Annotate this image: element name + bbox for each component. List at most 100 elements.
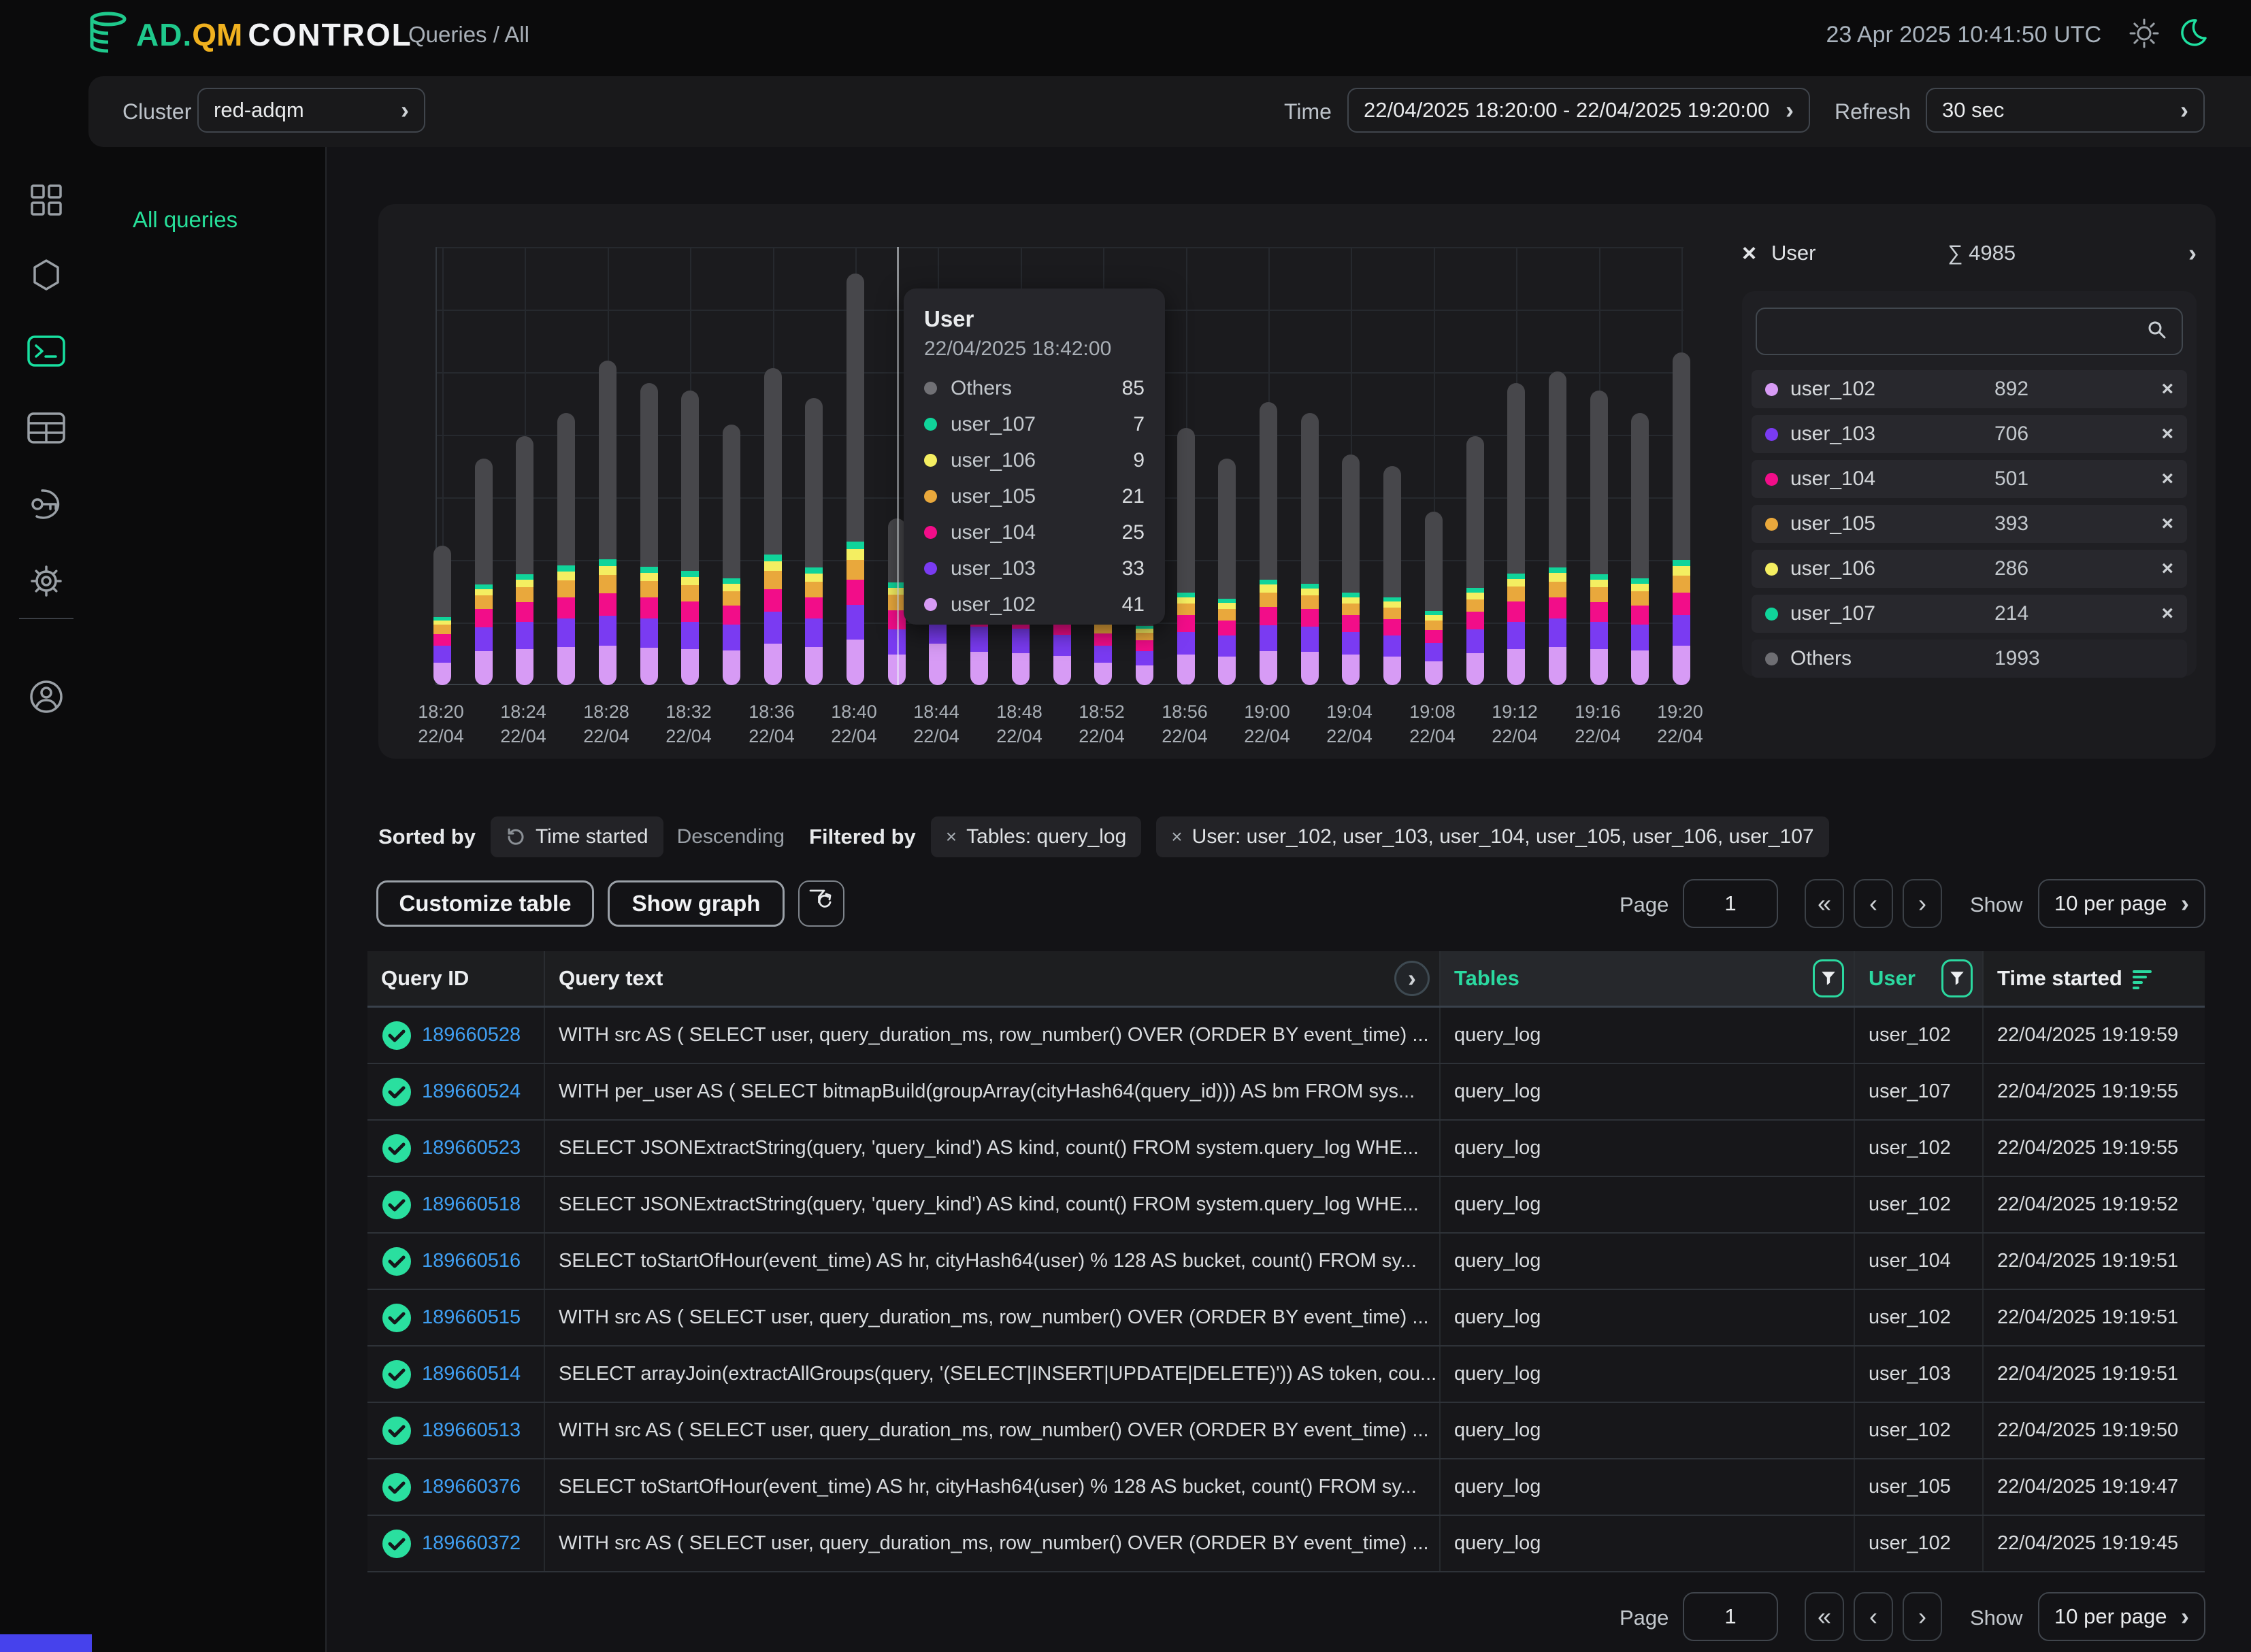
legend-item-Others[interactable]: Others1993 [1752,640,2187,678]
remove-legend-item-icon[interactable]: × [2161,602,2173,625]
table-row[interactable]: 189660376SELECT toStartOfHour(event_time… [367,1459,2205,1516]
legend-item-user_104[interactable]: user_104501× [1752,460,2187,498]
remove-legend-item-icon[interactable]: × [2161,512,2173,535]
chart-bar-19:18[interactable] [1631,413,1649,685]
page-number-input[interactable] [1683,879,1778,928]
chart-bar-18:20[interactable] [433,546,451,685]
sort-descending-icon[interactable] [2132,968,2152,989]
column-header-time-started[interactable]: Time started [1984,951,2205,1006]
dark-theme-moon-icon[interactable] [2178,18,2209,52]
chart-bar-18:40[interactable] [847,274,864,685]
legend-item-user_103[interactable]: user_103706× [1752,415,2187,453]
refresh-interval-select[interactable]: 30 sec › [1926,88,2205,133]
show-graph-button[interactable]: Show graph [608,880,785,927]
remove-filter-icon[interactable]: × [1171,826,1182,848]
table-row[interactable]: 189660372WITH src AS ( SELECT user, quer… [367,1516,2205,1572]
chart-bar-19:02[interactable] [1301,413,1319,685]
per-page-select[interactable]: 10 per page › [2038,879,2205,928]
table-row[interactable]: 189660524WITH per_user AS ( SELECT bitma… [367,1064,2205,1121]
time-range-select[interactable]: 22/04/2025 18:20:00 - 22/04/2025 19:20:0… [1347,88,1810,133]
remove-legend-item-icon[interactable]: × [2161,467,2173,491]
chart-bar-18:36[interactable] [764,368,782,685]
chart-bar-19:06[interactable] [1383,466,1401,685]
legend-search-input[interactable] [1756,308,2183,355]
sidebar-item-cluster[interactable] [27,257,66,296]
table-row[interactable]: 189660516SELECT toStartOfHour(event_time… [367,1234,2205,1290]
column-header-query-id[interactable]: Query ID [367,951,545,1006]
chart-bar-19:10[interactable] [1466,436,1484,685]
first-page-button[interactable]: « [1805,879,1844,928]
sort-direction-label[interactable]: Descending [677,825,785,848]
chart-bar-18:38[interactable] [805,398,823,685]
chart-bar-18:28[interactable] [599,361,617,685]
chart-bar-18:56[interactable] [1177,428,1195,685]
column-header-user[interactable]: User [1855,951,1984,1006]
legend-item-user_106[interactable]: user_106286× [1752,550,2187,588]
user-filter-button[interactable] [1941,959,1973,997]
per-page-select[interactable]: 10 per page › [2038,1592,2205,1641]
customize-table-button[interactable]: Customize table [376,880,594,927]
chart-bar-18:24[interactable] [516,436,533,685]
query-id-link[interactable]: 189660376 [422,1476,521,1498]
remove-legend-item-icon[interactable]: × [2161,557,2173,580]
user-filter-chip[interactable]: × User: user_102, user_103, user_104, us… [1156,816,1828,857]
sidebar-item-queries[interactable] [27,333,66,372]
sidebar-item-tables[interactable] [27,410,66,449]
sidebar-item-settings[interactable] [27,563,66,602]
tables-filter-button[interactable] [1813,959,1844,997]
chart-bar-18:58[interactable] [1218,459,1236,685]
table-row[interactable]: 189660523SELECT JSONExtractString(query,… [367,1121,2205,1177]
remove-legend-item-icon[interactable]: × [2161,423,2173,446]
chart-bar-19:16[interactable] [1590,391,1608,685]
first-page-button[interactable]: « [1805,1592,1844,1641]
page-number-input[interactable] [1683,1592,1778,1641]
sidebar-item-access-keys[interactable] [27,486,66,525]
table-row[interactable]: 189660528WITH src AS ( SELECT user, quer… [367,1008,2205,1064]
query-id-link[interactable]: 189660528 [422,1024,521,1046]
chevron-right-icon[interactable]: › [2188,241,2197,265]
column-header-query-text[interactable]: Query text › [545,951,1441,1006]
chart-bar-18:32[interactable] [681,391,699,685]
chart-bar-18:30[interactable] [640,383,658,685]
table-row[interactable]: 189660513WITH src AS ( SELECT user, quer… [367,1403,2205,1459]
column-header-tables[interactable]: Tables [1441,951,1855,1006]
next-page-button[interactable]: › [1903,879,1942,928]
remove-filter-icon[interactable]: × [946,826,957,848]
query-id-link[interactable]: 189660515 [422,1306,521,1329]
query-id-link[interactable]: 189660513 [422,1419,521,1442]
remove-legend-item-icon[interactable]: × [2161,378,2173,401]
query-id-link[interactable]: 189660518 [422,1193,521,1216]
sidebar-item-profile[interactable] [27,678,66,718]
chart-bar-19:08[interactable] [1425,512,1443,685]
query-id-link[interactable]: 189660372 [422,1532,521,1555]
legend-item-user_107[interactable]: user_107214× [1752,595,2187,633]
prev-page-button[interactable]: ‹ [1854,1592,1893,1641]
query-id-link[interactable]: 189660523 [422,1137,521,1159]
query-id-link[interactable]: 189660516 [422,1250,521,1272]
sort-field-chip[interactable]: Time started [491,816,663,857]
light-theme-sun-icon[interactable] [2129,18,2160,52]
cluster-select[interactable]: red-adqm › [197,88,425,133]
query-id-link[interactable]: 189660514 [422,1363,521,1385]
legend-item-user_102[interactable]: user_102892× [1752,370,2187,408]
table-row[interactable]: 189660518SELECT JSONExtractString(query,… [367,1177,2205,1234]
chart-bar-19:20[interactable] [1673,352,1690,685]
chart-bar-18:22[interactable] [475,459,493,685]
reset-filters-button[interactable] [798,880,844,927]
query-id-link[interactable]: 189660524 [422,1080,521,1103]
sidebar-item-all-queries[interactable]: All queries [133,207,237,233]
sidebar-item-dashboard[interactable] [27,182,66,221]
chart-bar-18:34[interactable] [723,425,740,685]
prev-page-button[interactable]: ‹ [1854,879,1893,928]
chart-bar-19:12[interactable] [1507,383,1525,685]
chart-bar-19:14[interactable] [1549,371,1566,685]
legend-item-user_105[interactable]: user_105393× [1752,505,2187,543]
chart-bar-19:04[interactable] [1342,455,1360,685]
table-row[interactable]: 189660515WITH src AS ( SELECT user, quer… [367,1290,2205,1347]
table-row[interactable]: 189660514SELECT arrayJoin(extractAllGrou… [367,1347,2205,1403]
close-icon[interactable]: × [1742,239,1756,267]
tables-filter-chip[interactable]: × Tables: query_log [931,816,1142,857]
chart-bar-19:00[interactable] [1260,402,1277,685]
breadcrumb[interactable]: Queries / All [408,22,529,48]
next-page-button[interactable]: › [1903,1592,1942,1641]
